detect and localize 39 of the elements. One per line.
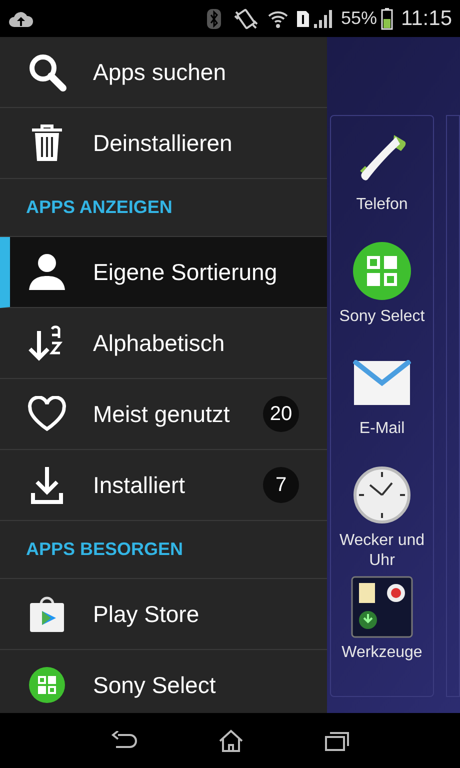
count-badge: 7 bbox=[263, 467, 299, 503]
grid-icon[interactable] bbox=[352, 241, 412, 301]
section-header: APPS ANZEIGEN bbox=[26, 196, 172, 219]
menu-item[interactable]: Meist genutzt 20 bbox=[0, 379, 327, 450]
menu-item[interactable]: Play Store bbox=[0, 579, 327, 650]
app-label[interactable]: Sony Select bbox=[328, 307, 436, 327]
sim-card-icon bbox=[296, 10, 309, 26]
trash-icon bbox=[29, 123, 65, 163]
app-label[interactable]: Telefon bbox=[328, 195, 436, 215]
app-label[interactable]: Wecker und Uhr bbox=[328, 531, 436, 571]
shopping-bag-icon bbox=[27, 594, 67, 634]
app-label[interactable]: E-Mail bbox=[328, 419, 436, 439]
heart-icon bbox=[27, 396, 67, 432]
count-badge: 20 bbox=[263, 396, 299, 432]
vibrate-icon bbox=[232, 8, 259, 30]
menu-item[interactable]: Eigene Sortierung bbox=[0, 237, 327, 308]
menu-item[interactable]: Alphabetisch bbox=[0, 308, 327, 379]
wifi-icon bbox=[266, 8, 289, 28]
folder-icon[interactable] bbox=[351, 576, 413, 638]
person-icon bbox=[27, 252, 67, 292]
menu-item[interactable]: Deinstallieren bbox=[0, 108, 327, 179]
cloud-upload-icon bbox=[8, 10, 34, 28]
download-icon bbox=[29, 465, 65, 505]
menu-item[interactable]: Apps suchen bbox=[0, 37, 327, 108]
clock-time: 11:15 bbox=[401, 6, 452, 32]
signal-icon bbox=[312, 10, 333, 28]
bluetooth-icon bbox=[206, 8, 221, 28]
menu-item[interactable]: Installiert 7 bbox=[0, 450, 327, 521]
back-icon[interactable] bbox=[110, 730, 138, 750]
battery-percentage: 55% bbox=[340, 7, 377, 30]
app-label[interactable]: Werkzeuge bbox=[328, 643, 436, 663]
envelope-icon[interactable] bbox=[353, 360, 411, 406]
grid-icon bbox=[27, 665, 67, 705]
search-icon bbox=[27, 52, 67, 92]
home-icon[interactable] bbox=[218, 728, 244, 752]
recent-apps-icon[interactable] bbox=[324, 730, 350, 752]
battery-icon bbox=[381, 8, 393, 30]
clock-icon[interactable] bbox=[353, 466, 411, 524]
section-header: APPS BESORGEN bbox=[26, 538, 184, 561]
